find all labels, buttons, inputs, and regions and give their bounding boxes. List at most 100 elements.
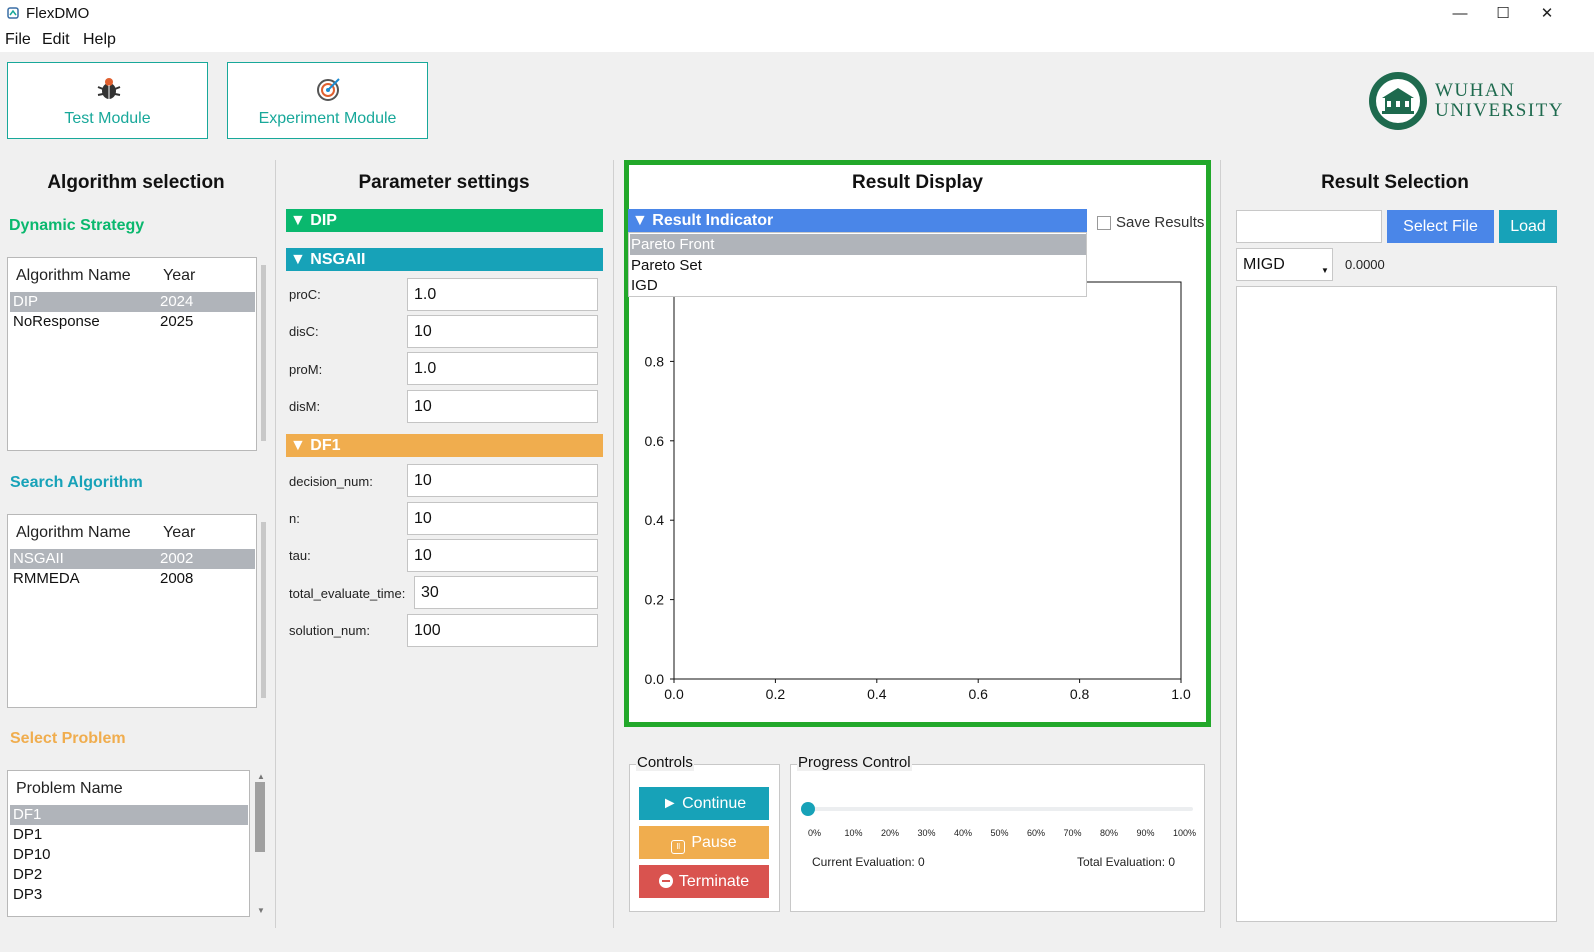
total-evaluation: Total Evaluation: 0: [1077, 855, 1176, 869]
x-tick-label: 0.2: [766, 686, 786, 702]
menu-help[interactable]: Help: [83, 31, 116, 49]
metric-result-value: 0.0000: [1345, 257, 1385, 272]
option-igd[interactable]: IGD: [630, 275, 1086, 296]
x-tick-label: 0.0: [664, 686, 684, 702]
row-year: 2008: [160, 570, 194, 587]
row-name: NSGAII: [13, 550, 64, 567]
result-display-title: Result Display: [852, 172, 983, 193]
progress-group: [790, 764, 1205, 912]
row-year: 2024: [160, 293, 194, 310]
result-selection-title: Result Selection: [1321, 172, 1469, 193]
result-output-area: [1236, 286, 1557, 922]
controls-title: Controls: [636, 754, 694, 771]
table-row[interactable]: NoResponse 2025: [10, 312, 255, 332]
window-title: FlexDMO: [26, 5, 90, 22]
app-icon: [7, 7, 19, 19]
experiment-module-button[interactable]: Experiment Module: [227, 62, 428, 139]
param-label: disM:: [289, 399, 321, 414]
df1-section-header[interactable]: ▼ DF1: [286, 434, 603, 457]
pause-icon: ll: [671, 840, 686, 854]
progress-tick-label: 70%: [1063, 828, 1082, 838]
progress-tick-label: 10%: [844, 828, 863, 838]
file-path-input[interactable]: [1236, 210, 1382, 243]
dism-input[interactable]: 10: [407, 390, 598, 423]
scrollbar-thumb[interactable]: [255, 782, 265, 852]
scrollbar[interactable]: [261, 265, 266, 441]
row-name: RMMEDA: [13, 570, 80, 587]
prom-input[interactable]: 1.0: [407, 352, 598, 385]
list-item[interactable]: DP10: [10, 845, 248, 865]
proc-input[interactable]: 1.0: [407, 278, 598, 311]
tau-input[interactable]: 10: [407, 539, 598, 572]
n-input[interactable]: 10: [407, 502, 598, 535]
table-row[interactable]: RMMEDA 2008: [10, 569, 255, 589]
scrollbar[interactable]: [261, 522, 266, 698]
problem-name: DP1: [13, 826, 43, 843]
divider: [613, 160, 614, 928]
nsgaii-section-header[interactable]: ▼ NSGAII: [286, 248, 603, 271]
decision-num-input[interactable]: 10: [407, 464, 598, 497]
terminate-label: Terminate: [678, 873, 750, 890]
param-label: decision_num:: [289, 474, 373, 489]
pause-label: Pause: [691, 834, 737, 851]
disc-input[interactable]: 10: [407, 315, 598, 348]
chevron-down-icon: ▼: [1321, 266, 1329, 275]
option-pareto-front[interactable]: Pareto Front: [630, 234, 1086, 255]
y-tick-label: 0.8: [645, 353, 665, 369]
pause-button[interactable]: ll Pause: [639, 826, 769, 859]
save-results-checkbox[interactable]: [1097, 216, 1111, 230]
param-label: tau:: [289, 548, 311, 563]
column-header-name[interactable]: Algorithm Name: [16, 267, 131, 285]
scroll-up-icon[interactable]: ▲: [257, 772, 265, 781]
menu-file[interactable]: File: [5, 31, 31, 49]
test-module-label: Test Module: [64, 110, 151, 127]
param-label: n:: [289, 511, 300, 526]
progress-slider-handle[interactable]: [801, 802, 815, 816]
list-item[interactable]: DF1: [10, 805, 248, 825]
scroll-down-icon[interactable]: ▼: [257, 906, 265, 915]
problem-name: DF1: [13, 806, 42, 823]
select-problem-title: Select Problem: [10, 730, 126, 747]
minimize-button[interactable]: —: [1437, 2, 1483, 26]
dip-section-header[interactable]: ▼ DIP: [286, 209, 603, 232]
x-tick-label: 0.6: [968, 686, 988, 702]
stop-icon: [658, 874, 673, 888]
list-item[interactable]: DP2: [10, 865, 248, 885]
select-file-button[interactable]: Select File: [1387, 210, 1494, 243]
continue-button[interactable]: ► Continue: [639, 787, 769, 820]
column-header-name[interactable]: Algorithm Name: [16, 524, 131, 542]
progress-tick-label: 90%: [1136, 828, 1155, 838]
column-header-year[interactable]: Year: [163, 524, 195, 542]
dynamic-strategy-table: Algorithm Name Year DIP 2024 NoResponse 20…: [7, 257, 257, 451]
terminate-button[interactable]: Terminate: [639, 865, 769, 898]
column-header-name[interactable]: Problem Name: [16, 780, 123, 798]
maximize-button[interactable]: ☐: [1480, 2, 1526, 26]
menu-edit[interactable]: Edit: [42, 31, 70, 49]
progress-tick-label: 100%: [1173, 828, 1197, 838]
save-results-label: Save Results: [1116, 214, 1205, 231]
problem-name: DP2: [13, 866, 43, 883]
close-button[interactable]: ✕: [1524, 2, 1570, 26]
solution-num-input[interactable]: 100: [407, 614, 598, 647]
table-row[interactable]: DIP 2024: [10, 292, 255, 312]
metric-value: MIGD: [1243, 256, 1285, 273]
table-row[interactable]: NSGAII 2002: [10, 549, 255, 569]
test-module-button[interactable]: Test Module: [7, 62, 208, 139]
problem-name: DP10: [13, 846, 51, 863]
list-item[interactable]: DP3: [10, 885, 248, 905]
algorithm-selection-title: Algorithm selection: [47, 172, 225, 193]
target-icon: [317, 78, 340, 101]
result-indicator-dropdown[interactable]: ▼ Result Indicator: [628, 209, 1087, 232]
experiment-module-label: Experiment Module: [258, 110, 397, 127]
total-evaluate-time-input[interactable]: 30: [414, 576, 598, 609]
column-header-year[interactable]: Year: [163, 267, 195, 285]
option-pareto-set[interactable]: Pareto Set: [630, 255, 1086, 276]
param-label: solution_num:: [289, 623, 370, 638]
result-chart: 0.0 0.2 0.4 0.6 0.8 1.0 0.0 0.2 0.4 0.6 0.8: [645, 281, 1191, 702]
load-button[interactable]: Load: [1499, 210, 1557, 243]
x-tick-label: 0.4: [867, 686, 887, 702]
list-item[interactable]: DP1: [10, 825, 248, 845]
divider: [275, 160, 276, 928]
metric-select[interactable]: MIGD ▼: [1236, 248, 1333, 281]
progress-tick-label: 80%: [1100, 828, 1119, 838]
